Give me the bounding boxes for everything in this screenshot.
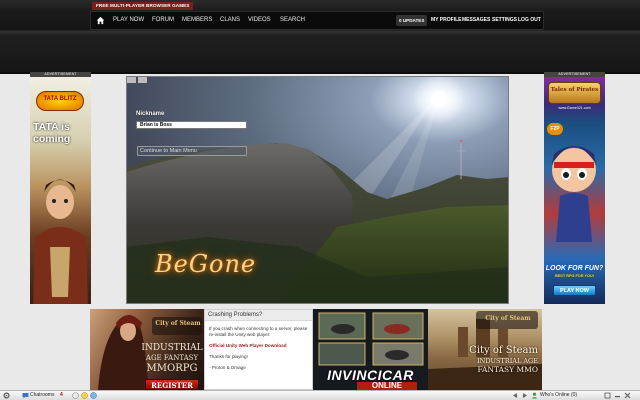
unity-game-frame[interactable]: Nickname Continue to Main Menu BeGone [126,76,509,304]
ad-right-sub: BEST RPG FOR YOU! [555,274,594,278]
nav-videos[interactable]: VIDEOS [248,12,271,29]
updates-badge[interactable]: 0 UPDATES [396,15,428,26]
crash-thanks: Thanks for playing! [209,354,248,359]
minimize-icon[interactable] [614,392,621,399]
nav-forum[interactable]: FORUM [152,12,174,29]
ad-br-line2: INDUSTRIAL AGE [477,357,538,365]
nav-messages[interactable]: MESSAGES [462,12,490,29]
smiley-icon[interactable] [81,392,88,399]
chat-bar: Chatrooms 4 Who's Online (0) [0,390,640,400]
nav-search[interactable]: SEARCH [280,12,305,29]
tata-blitz-logo: TATA BLITZ [36,91,84,111]
crash-signature: - Proton & Dmage [209,365,246,370]
begone-logo: BeGone [155,250,257,278]
nickname-label: Nickname [136,111,165,117]
ad-banner-left[interactable]: TATA BLITZ TATA is coming [30,77,91,304]
nav-members[interactable]: MEMBERS [182,12,212,29]
ad-right-headline: LOOK FOR FUN? [545,265,604,272]
chatroom-count-badge: 4 [60,392,63,398]
ad-bl-register-button[interactable]: REGISTER [145,379,199,390]
nav-log-out[interactable]: LOG OUT [518,12,541,29]
crash-panel-title: Crashing Problems? [205,310,312,321]
ad-banner-right[interactable]: Tales of Pirates www.Game321.com F2P LOO… [544,77,605,304]
crash-info-panel: Crashing Problems? If you crash when con… [204,309,313,390]
ad-right-url: www.Game321.com [558,106,591,110]
ad-play-now-button[interactable]: PLAY NOW [553,285,596,296]
nav-play-now[interactable]: PLAY NOW [113,12,144,29]
users-online-icon [531,392,538,399]
ad-br-line1: City of Steam [469,345,538,356]
crash-link-wrap: Official Unity Web Player Download [209,343,311,349]
ad-br-brand: City of Steam [485,315,531,322]
ad-bl-line3: MMORPG [146,363,198,374]
nav-my-profile[interactable]: MY PROFILE [431,12,461,29]
crash-instructions: If you crash when connecting to a server… [209,326,308,337]
nav-settings[interactable]: SETTINGS [492,12,517,29]
home-icon[interactable] [96,16,105,25]
ad-city-of-steam-left[interactable]: City of Steam INDUSTRIAL AGE FANTASY MMO… [90,309,204,390]
nickname-input[interactable] [136,121,247,129]
ad-left-headline: TATA is coming [33,121,71,145]
info-icon[interactable] [90,392,97,399]
ad-bl-line2: AGE FANTASY [145,354,199,362]
tales-of-pirates-logo: Tales of Pirates [548,82,601,104]
ad-city-of-steam-right[interactable]: City of Steam City of Steam INDUSTRIAL A… [428,309,542,390]
ad-left-characters [33,179,88,304]
invincicar-title: INVINCICAR [327,367,414,383]
ad-bl-line1: INDUSTRIAL [141,343,203,353]
chat-bubble-icon[interactable] [22,392,29,399]
ad-br-line3: FANTASY MMO [477,365,538,374]
arrow-icon[interactable] [512,392,519,399]
notification-icon[interactable] [72,392,79,399]
expand-icon[interactable] [604,392,611,399]
invincicar-sub: ONLINE [357,382,417,390]
main-nav-bar: PLAY NOW FORUM MEMBERS CLANS VIDEOS SEAR… [90,11,544,30]
ad-right-character [552,146,596,242]
fullscreen-icon [138,77,147,83]
nav-clans[interactable]: CLANS [220,12,240,29]
site-tagline: FREE MULTI-PLAYER BROWSER GAMES [92,2,194,10]
settings-icon[interactable] [3,392,10,399]
minimize-icon [127,77,136,83]
continue-to-main-menu-button[interactable]: Continue to Main Menu [137,146,247,156]
arrow-icon[interactable] [521,392,528,399]
close-icon[interactable] [624,392,631,399]
unity-player-download-link[interactable]: Official Unity Web Player Download [209,343,287,348]
whos-online-button[interactable]: Who's Online (0) [540,391,577,400]
game-window-buttons[interactable] [127,77,147,83]
ad-invincicar[interactable]: INVINCICAR ONLINE [313,309,428,390]
ad-bl-brand: City of Steam [155,320,201,327]
chatrooms-button[interactable]: Chatrooms [30,391,54,400]
